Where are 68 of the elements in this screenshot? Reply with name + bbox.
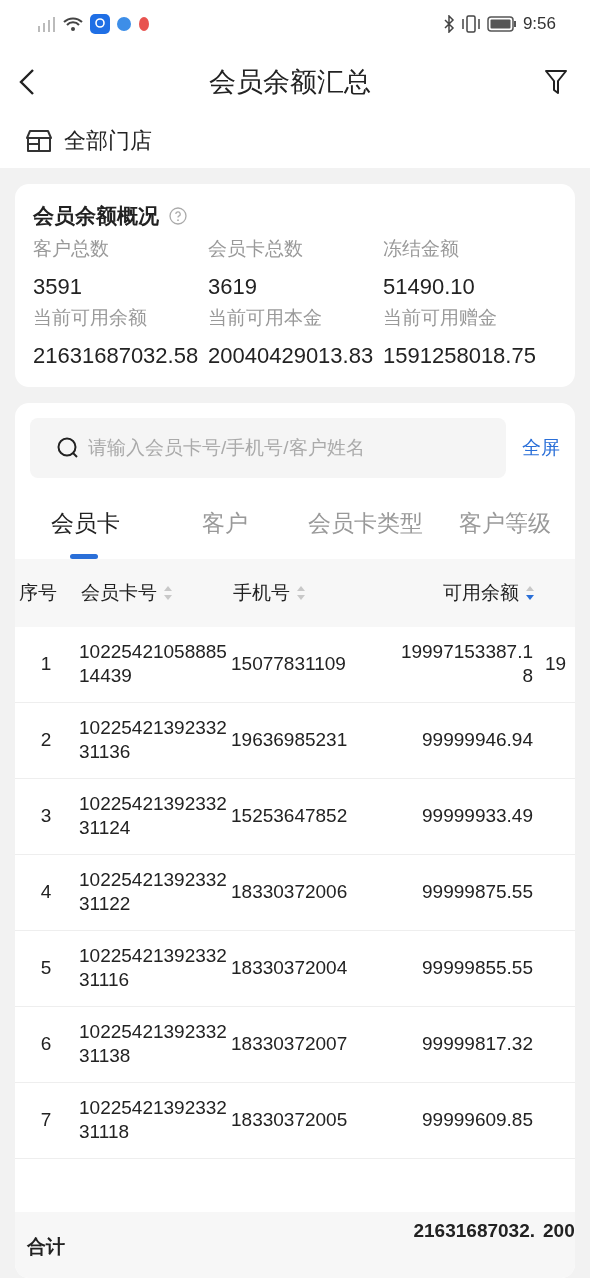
- app-icon: [90, 14, 110, 34]
- table-cell-text: 18330372007: [230, 1032, 349, 1056]
- table-cell-text: 99999855.55: [421, 956, 534, 980]
- vibrate-icon: [460, 15, 481, 33]
- column-header[interactable]: 会员卡号: [81, 579, 157, 606]
- table-cell-text: 99999946.94: [421, 728, 534, 752]
- stat-label: 当前可用余额: [33, 306, 148, 331]
- table-cell-text: 19: [544, 652, 568, 676]
- table-cell-text: 99999817.32: [421, 1032, 534, 1056]
- search-icon: [56, 435, 80, 460]
- table-cell-text: 7: [39, 1108, 53, 1132]
- signal-icon: [36, 16, 56, 32]
- wifi-icon: [62, 16, 84, 32]
- store-selector[interactable]: 全部门店: [64, 126, 152, 156]
- tab[interactable]: 会员卡: [15, 497, 155, 559]
- stat-value: 20040429013.83: [208, 343, 375, 369]
- column-header[interactable]: 手机号: [233, 579, 290, 606]
- table-cell-text: 15253647852: [230, 804, 349, 828]
- table-cell-text: 4: [39, 880, 53, 904]
- stat-label: 当前可用赠金: [383, 306, 498, 331]
- table-cell-text: 1022542139233231122: [78, 868, 228, 916]
- stat-value: 3591: [33, 274, 83, 300]
- table-cell-text: 19636985231: [230, 728, 349, 752]
- back-icon[interactable]: [18, 68, 36, 96]
- store-icon[interactable]: [26, 129, 52, 153]
- table-cell-text: 19997153387.18: [399, 640, 534, 688]
- help-icon[interactable]: [169, 207, 187, 225]
- table-cell-text: 1022542139233231118: [78, 1096, 228, 1144]
- summary-title: 会员余额概况: [33, 203, 159, 229]
- battery-icon: [486, 16, 517, 32]
- table-cell-text: 1022542105888514439: [78, 640, 228, 688]
- table-cell-text: 1022542139233231124: [78, 792, 228, 840]
- table-cell-text: 1022542139233231136: [78, 716, 228, 764]
- tab-indicator: [70, 553, 98, 559]
- search-field[interactable]: 请输入会员卡号/手机号/客户姓名: [30, 417, 506, 478]
- filter-icon[interactable]: [544, 69, 568, 95]
- table-cell-text: 1022542139233231116: [78, 944, 228, 992]
- table-cell-text: 1: [39, 652, 53, 676]
- table-cell-text: 15077831109: [230, 652, 347, 676]
- status-time: 9:56: [522, 14, 556, 34]
- table-cell-text: 18330372006: [230, 880, 349, 904]
- app-icon: [138, 16, 150, 32]
- bluetooth-icon: [442, 15, 455, 33]
- stat-value: 1591258018.75: [383, 343, 537, 369]
- stat-value: 21631687032.58: [33, 343, 200, 369]
- stat-label: 冻结金额: [383, 237, 460, 261]
- table-cell-text: 1022542139233231138: [78, 1020, 228, 1068]
- table-cell-text: 5: [39, 956, 53, 980]
- table-cell-text: 99999933.49: [421, 804, 534, 828]
- total-value: 200: [542, 1220, 575, 1242]
- page-title: 会员余额汇总: [209, 66, 371, 99]
- stat-label: 当前可用本金: [208, 306, 323, 331]
- column-header[interactable]: 可用余额: [443, 579, 519, 606]
- fullscreen-link[interactable]: 全屏: [522, 434, 560, 461]
- table-cell-text: 6: [39, 1032, 53, 1056]
- table-cell-text: 2: [39, 728, 53, 752]
- column-header[interactable]: 序号: [19, 579, 57, 606]
- table-cell-text: 99999875.55: [421, 880, 534, 904]
- table-cell-text: 18330372004: [230, 956, 349, 980]
- total-value: 21631687032.: [412, 1220, 535, 1242]
- stat-label: 会员卡总数: [208, 237, 304, 261]
- stat-value: 51490.10: [383, 274, 476, 300]
- total-label: 合计: [26, 1235, 66, 1259]
- stat-value: 3619: [208, 274, 258, 300]
- table-cell-text: 3: [39, 804, 53, 828]
- table-cell-text: 18330372005: [230, 1108, 349, 1132]
- stat-label: 客户总数: [33, 237, 110, 261]
- table-cell-text: 99999609.85: [421, 1108, 534, 1132]
